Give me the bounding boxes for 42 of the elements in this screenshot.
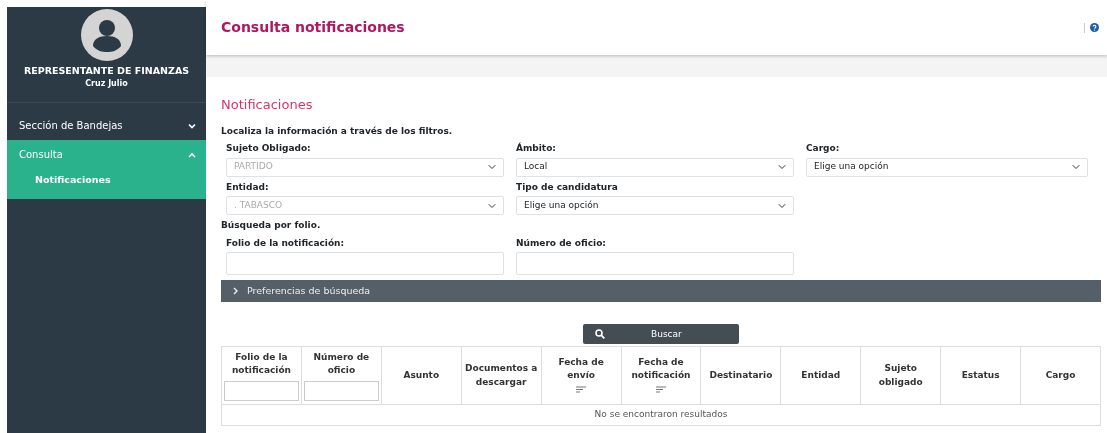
field-label: Folio de la notificación: xyxy=(226,236,346,250)
column-header: Destinatario xyxy=(709,368,773,382)
column-header: Cargo xyxy=(1045,368,1076,382)
sort-icon[interactable] xyxy=(656,385,666,393)
page-title: Consulta notificaciones xyxy=(221,18,405,37)
search-icon xyxy=(595,329,605,340)
search-button[interactable]: Buscar xyxy=(583,324,739,345)
user-role: REPRESENTANTE DE FINANZAS xyxy=(23,64,190,78)
user-name: Cruz Julio xyxy=(85,78,128,91)
chevron-up-icon xyxy=(188,151,196,158)
column-header: Entidad xyxy=(801,368,841,382)
empty-message: No se encontraron resultados xyxy=(221,404,1101,426)
field-label: Entidad: xyxy=(226,180,270,194)
column-header: Documentos a descargar xyxy=(464,362,539,389)
column-header: Folio de la notificación xyxy=(230,350,292,378)
column-filter-field[interactable] xyxy=(303,380,379,401)
column-header: Sujeto obligado xyxy=(877,362,924,389)
sort-icon[interactable] xyxy=(576,385,587,393)
field-label: Ámbito: xyxy=(516,142,557,155)
column-filter-field[interactable] xyxy=(224,380,299,401)
column-header: Fecha de envío xyxy=(557,355,605,382)
field-label: Número de oficio: xyxy=(516,236,607,250)
field-label: Sujeto Obligado: xyxy=(226,142,312,155)
folio-hint: Búsqueda por folio. xyxy=(221,219,322,232)
section-title: Notificaciones xyxy=(221,96,314,114)
input-field[interactable] xyxy=(516,252,794,275)
filters-hint: Localiza la información a través de los filtros. xyxy=(221,124,454,138)
column-header: Estatus xyxy=(961,368,1000,382)
field-label: Cargo: xyxy=(806,142,841,155)
column-header: Asunto xyxy=(403,368,440,382)
select-field[interactable]: Elige una opción xyxy=(806,157,1088,177)
chevron-down-icon xyxy=(188,122,196,129)
menu-item[interactable]: Sección de Bandejas xyxy=(7,111,206,141)
select-field[interactable]: Local xyxy=(516,157,794,177)
select-field[interactable]: Elige una opción xyxy=(516,196,794,215)
field-label: Tipo de candidatura xyxy=(516,180,619,194)
preferences-toggle[interactable]: Preferencias de búsqueda xyxy=(221,280,1101,303)
chevron-right-icon xyxy=(233,287,239,296)
input-field[interactable] xyxy=(226,252,504,275)
help-icon[interactable] xyxy=(1090,23,1099,32)
column-header: Número de oficio xyxy=(312,350,371,378)
column-header: Fecha de notificación xyxy=(630,355,692,382)
